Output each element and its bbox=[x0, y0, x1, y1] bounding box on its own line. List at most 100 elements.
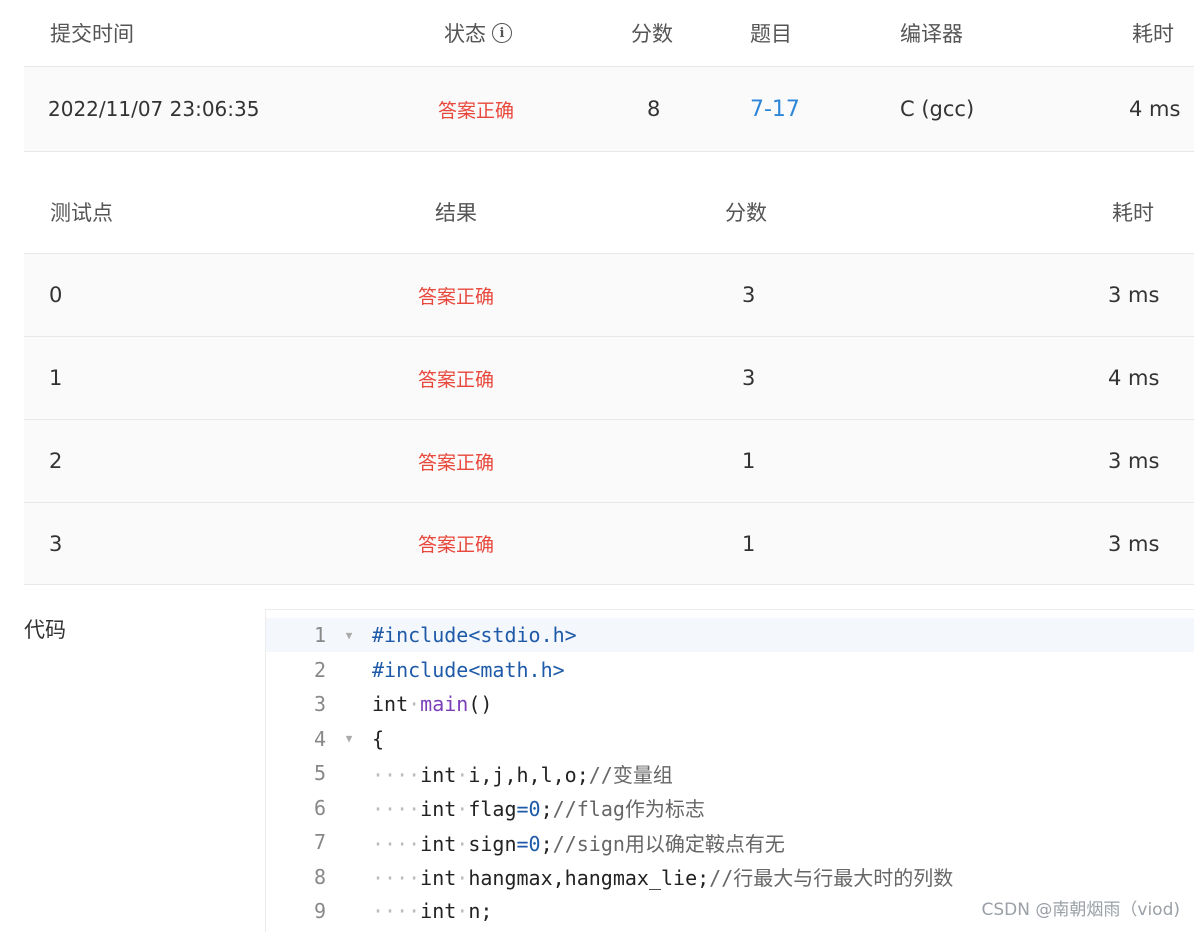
code-token: ···· bbox=[372, 797, 421, 821]
tests-header-row: 测试点 结果 分数 耗时 bbox=[24, 170, 1194, 254]
watermark: CSDN @南朝烟雨（viod) bbox=[981, 900, 1180, 920]
code-line[interactable]: 6 ····int·flag=0;//flag作为标志 bbox=[266, 791, 1194, 825]
code-token: int bbox=[372, 692, 409, 716]
test-score: 1 bbox=[742, 449, 756, 473]
problem-link[interactable]: 7-17 bbox=[750, 67, 800, 151]
table-row: 1 答案正确 3 4 ms bbox=[24, 337, 1194, 420]
code-token: #include<stdio.h> bbox=[372, 623, 577, 647]
header-elapsed: 耗时 bbox=[1132, 22, 1174, 46]
header-problem: 题目 bbox=[750, 22, 792, 46]
code-token: · bbox=[456, 762, 469, 787]
test-case-id: 0 bbox=[49, 283, 63, 307]
test-score: 3 bbox=[742, 366, 756, 390]
code-line[interactable]: 4 ▼{ bbox=[266, 722, 1194, 756]
code-line[interactable]: 5 ····int·i,j,h,l,o;//变量组 bbox=[266, 756, 1194, 790]
code-text: ····int·flag=0;//flag作为标志 bbox=[372, 793, 705, 822]
code-token: () bbox=[468, 692, 493, 716]
code-token: ···· bbox=[372, 762, 421, 787]
submission-elapsed: 4 ms bbox=[1129, 97, 1181, 121]
code-token: int bbox=[420, 797, 457, 821]
code-token: int bbox=[420, 899, 457, 923]
code-token: { bbox=[372, 726, 385, 751]
code-text: { bbox=[372, 727, 384, 751]
code-token: int bbox=[420, 762, 457, 787]
code-token: int bbox=[420, 831, 457, 856]
code-token: · bbox=[456, 831, 469, 856]
line-number: 2 bbox=[313, 657, 326, 682]
info-icon[interactable]: i bbox=[492, 23, 512, 43]
code-token: n; bbox=[468, 899, 493, 923]
test-result: 答案正确 bbox=[418, 451, 495, 474]
line-number: 7 bbox=[313, 830, 326, 854]
code-text: ····int·n; bbox=[372, 899, 492, 923]
code-line[interactable]: 1 ▼ #include<stdio.h> bbox=[266, 618, 1194, 652]
test-elapsed: 4 ms bbox=[1108, 366, 1160, 390]
code-token: ···· bbox=[372, 866, 421, 890]
test-case-id: 2 bbox=[49, 449, 63, 473]
header-test-case: 测试点 bbox=[50, 200, 113, 225]
submission-status: 答案正确 bbox=[438, 99, 515, 122]
code-token: int bbox=[420, 866, 457, 890]
header-test-elapsed: 耗时 bbox=[1112, 200, 1154, 225]
code-token: · bbox=[408, 692, 421, 716]
code-token: ; bbox=[540, 797, 553, 821]
code-token: ···· bbox=[372, 899, 421, 923]
code-token: · bbox=[456, 899, 469, 923]
test-case-id: 3 bbox=[49, 531, 63, 556]
table-row: 2 答案正确 1 3 ms bbox=[24, 420, 1194, 503]
code-token: //sign用以确定鞍点有无 bbox=[552, 831, 785, 856]
line-number: 3 bbox=[313, 692, 326, 716]
table-row: 0 答案正确 3 3 ms bbox=[24, 254, 1194, 337]
code-token: ···· bbox=[372, 831, 421, 856]
code-token: //flag作为标志 bbox=[552, 797, 705, 821]
header-score: 分数 bbox=[631, 22, 673, 46]
code-text: ····int·hangmax,hangmax_lie;//行最大与行最大时的列… bbox=[372, 862, 953, 891]
test-elapsed: 3 ms bbox=[1108, 531, 1160, 556]
header-status: 状态 i bbox=[444, 0, 512, 66]
code-line[interactable]: 2 #include<math.h> bbox=[266, 653, 1194, 687]
code-token: i,j,h,l,o; bbox=[468, 762, 589, 787]
code-line[interactable]: 7 ····int·sign=0;//sign用以确定鞍点有无 bbox=[266, 825, 1194, 859]
header-test-score: 分数 bbox=[725, 200, 767, 225]
line-number: 4 bbox=[313, 726, 326, 751]
code-line[interactable]: 8 ····int·hangmax,hangmax_lie;//行最大与行最大时的… bbox=[266, 860, 1194, 894]
code-token: · bbox=[456, 797, 469, 821]
line-number: 8 bbox=[313, 864, 326, 889]
code-token: hangmax,hangmax_lie; bbox=[468, 866, 710, 890]
code-text: ····int·sign=0;//sign用以确定鞍点有无 bbox=[372, 828, 785, 857]
code-line[interactable]: 3 int·main() bbox=[266, 687, 1194, 721]
submission-compiler: C (gcc) bbox=[900, 97, 975, 121]
fold-arrow-icon[interactable]: ▼ bbox=[326, 732, 372, 745]
header-result: 结果 bbox=[435, 200, 477, 225]
fold-arrow-icon[interactable]: ▼ bbox=[326, 629, 372, 642]
submission-time: 2022/11/07 23:06:35 bbox=[48, 97, 260, 121]
code-text: #include<stdio.h> bbox=[372, 623, 577, 647]
code-text: #include<math.h> bbox=[372, 658, 565, 682]
code-token: main bbox=[420, 692, 469, 716]
submission-row: 2022/11/07 23:06:35 答案正确 8 7-17 C (gcc) … bbox=[24, 67, 1194, 152]
test-result: 答案正确 bbox=[418, 534, 495, 556]
line-number: 6 bbox=[313, 795, 326, 820]
code-token: ; bbox=[540, 831, 553, 856]
code-label: 代码 bbox=[24, 618, 66, 642]
code-token: · bbox=[456, 866, 469, 890]
code-editor[interactable]: 1 ▼ #include<stdio.h> 2 #include<math.h> 3 int… bbox=[265, 609, 1194, 932]
code-text: int·main() bbox=[372, 692, 492, 716]
code-token: flag bbox=[468, 797, 517, 821]
header-status-label: 状态 bbox=[444, 22, 486, 46]
line-number: 5 bbox=[313, 761, 326, 785]
test-elapsed: 3 ms bbox=[1108, 283, 1160, 307]
header-submit-time: 提交时间 bbox=[50, 22, 134, 46]
test-score: 3 bbox=[742, 283, 756, 307]
line-number: 1 bbox=[313, 623, 326, 647]
header-compiler: 编译器 bbox=[900, 22, 963, 46]
code-token: sign bbox=[468, 831, 517, 856]
test-score: 1 bbox=[742, 531, 756, 556]
submission-header-row: 提交时间 状态 i 分数 题目 编译器 耗时 bbox=[24, 0, 1194, 67]
line-number: 9 bbox=[313, 899, 326, 923]
table-row: 3 答案正确 1 3 ms bbox=[24, 503, 1194, 585]
code-token: //变量组 bbox=[588, 762, 673, 787]
code-token: //行最大与行最大时的列数 bbox=[709, 866, 954, 890]
code-token: =0 bbox=[516, 797, 541, 821]
code-token: =0 bbox=[516, 831, 541, 856]
